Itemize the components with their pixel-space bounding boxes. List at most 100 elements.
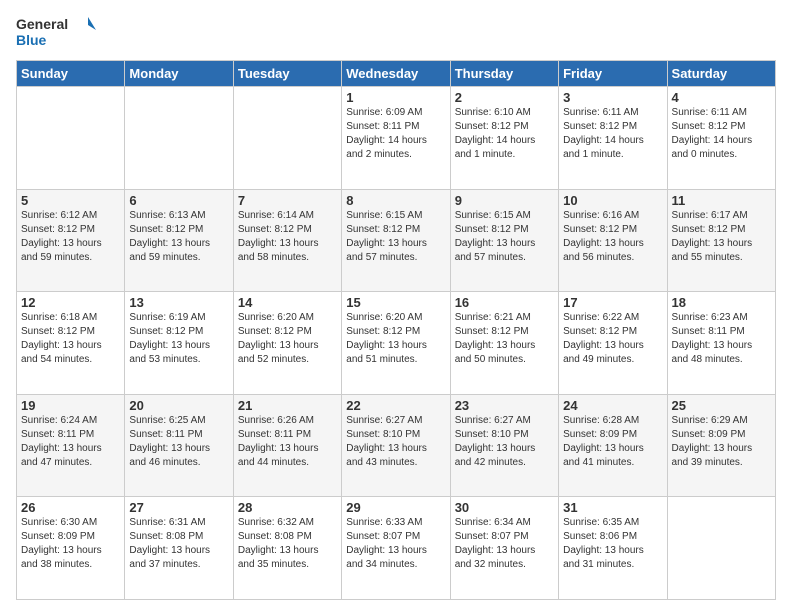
day-number: 7 bbox=[238, 193, 337, 208]
day-number: 5 bbox=[21, 193, 120, 208]
day-info: Sunrise: 6:20 AM Sunset: 8:12 PM Dayligh… bbox=[346, 311, 445, 367]
day-number: 28 bbox=[238, 500, 337, 515]
day-number: 8 bbox=[346, 193, 445, 208]
calendar-cell: 30Sunrise: 6:34 AM Sunset: 8:07 PM Dayli… bbox=[450, 497, 558, 600]
calendar-cell: 1Sunrise: 6:09 AM Sunset: 8:11 PM Daylig… bbox=[342, 87, 450, 190]
day-info: Sunrise: 6:25 AM Sunset: 8:11 PM Dayligh… bbox=[129, 414, 228, 470]
day-info: Sunrise: 6:30 AM Sunset: 8:09 PM Dayligh… bbox=[21, 516, 120, 572]
calendar-day-header: Monday bbox=[125, 61, 233, 87]
calendar-cell: 17Sunrise: 6:22 AM Sunset: 8:12 PM Dayli… bbox=[559, 292, 667, 395]
calendar-cell: 28Sunrise: 6:32 AM Sunset: 8:08 PM Dayli… bbox=[233, 497, 341, 600]
day-number: 2 bbox=[455, 90, 554, 105]
calendar-cell: 10Sunrise: 6:16 AM Sunset: 8:12 PM Dayli… bbox=[559, 189, 667, 292]
day-number: 23 bbox=[455, 398, 554, 413]
calendar-cell bbox=[125, 87, 233, 190]
svg-text:Blue: Blue bbox=[16, 32, 47, 48]
day-info: Sunrise: 6:23 AM Sunset: 8:11 PM Dayligh… bbox=[672, 311, 771, 367]
day-info: Sunrise: 6:33 AM Sunset: 8:07 PM Dayligh… bbox=[346, 516, 445, 572]
calendar-week-row: 5Sunrise: 6:12 AM Sunset: 8:12 PM Daylig… bbox=[17, 189, 776, 292]
day-info: Sunrise: 6:31 AM Sunset: 8:08 PM Dayligh… bbox=[129, 516, 228, 572]
day-info: Sunrise: 6:17 AM Sunset: 8:12 PM Dayligh… bbox=[672, 209, 771, 265]
day-number: 26 bbox=[21, 500, 120, 515]
day-info: Sunrise: 6:09 AM Sunset: 8:11 PM Dayligh… bbox=[346, 106, 445, 162]
calendar-cell bbox=[17, 87, 125, 190]
day-info: Sunrise: 6:28 AM Sunset: 8:09 PM Dayligh… bbox=[563, 414, 662, 470]
day-number: 18 bbox=[672, 295, 771, 310]
page: General Blue SundayMondayTuesdayWednesda… bbox=[0, 0, 792, 612]
day-number: 25 bbox=[672, 398, 771, 413]
calendar-cell: 7Sunrise: 6:14 AM Sunset: 8:12 PM Daylig… bbox=[233, 189, 341, 292]
calendar-cell: 23Sunrise: 6:27 AM Sunset: 8:10 PM Dayli… bbox=[450, 394, 558, 497]
calendar-cell: 24Sunrise: 6:28 AM Sunset: 8:09 PM Dayli… bbox=[559, 394, 667, 497]
calendar-week-row: 19Sunrise: 6:24 AM Sunset: 8:11 PM Dayli… bbox=[17, 394, 776, 497]
day-number: 6 bbox=[129, 193, 228, 208]
day-info: Sunrise: 6:12 AM Sunset: 8:12 PM Dayligh… bbox=[21, 209, 120, 265]
day-info: Sunrise: 6:27 AM Sunset: 8:10 PM Dayligh… bbox=[346, 414, 445, 470]
calendar-cell: 31Sunrise: 6:35 AM Sunset: 8:06 PM Dayli… bbox=[559, 497, 667, 600]
day-number: 24 bbox=[563, 398, 662, 413]
calendar-day-header: Saturday bbox=[667, 61, 775, 87]
day-number: 22 bbox=[346, 398, 445, 413]
calendar-week-row: 1Sunrise: 6:09 AM Sunset: 8:11 PM Daylig… bbox=[17, 87, 776, 190]
calendar-cell: 3Sunrise: 6:11 AM Sunset: 8:12 PM Daylig… bbox=[559, 87, 667, 190]
day-number: 17 bbox=[563, 295, 662, 310]
calendar-cell: 16Sunrise: 6:21 AM Sunset: 8:12 PM Dayli… bbox=[450, 292, 558, 395]
calendar-cell: 29Sunrise: 6:33 AM Sunset: 8:07 PM Dayli… bbox=[342, 497, 450, 600]
day-info: Sunrise: 6:16 AM Sunset: 8:12 PM Dayligh… bbox=[563, 209, 662, 265]
calendar-cell: 26Sunrise: 6:30 AM Sunset: 8:09 PM Dayli… bbox=[17, 497, 125, 600]
svg-text:General: General bbox=[16, 16, 68, 32]
calendar-cell: 11Sunrise: 6:17 AM Sunset: 8:12 PM Dayli… bbox=[667, 189, 775, 292]
day-info: Sunrise: 6:24 AM Sunset: 8:11 PM Dayligh… bbox=[21, 414, 120, 470]
day-info: Sunrise: 6:10 AM Sunset: 8:12 PM Dayligh… bbox=[455, 106, 554, 162]
day-info: Sunrise: 6:15 AM Sunset: 8:12 PM Dayligh… bbox=[455, 209, 554, 265]
calendar-week-row: 26Sunrise: 6:30 AM Sunset: 8:09 PM Dayli… bbox=[17, 497, 776, 600]
day-info: Sunrise: 6:11 AM Sunset: 8:12 PM Dayligh… bbox=[563, 106, 662, 162]
calendar-day-header: Tuesday bbox=[233, 61, 341, 87]
calendar-day-header: Wednesday bbox=[342, 61, 450, 87]
day-number: 15 bbox=[346, 295, 445, 310]
calendar-cell: 13Sunrise: 6:19 AM Sunset: 8:12 PM Dayli… bbox=[125, 292, 233, 395]
day-info: Sunrise: 6:21 AM Sunset: 8:12 PM Dayligh… bbox=[455, 311, 554, 367]
day-info: Sunrise: 6:26 AM Sunset: 8:11 PM Dayligh… bbox=[238, 414, 337, 470]
day-info: Sunrise: 6:20 AM Sunset: 8:12 PM Dayligh… bbox=[238, 311, 337, 367]
calendar-cell: 2Sunrise: 6:10 AM Sunset: 8:12 PM Daylig… bbox=[450, 87, 558, 190]
day-number: 27 bbox=[129, 500, 228, 515]
calendar-day-header: Thursday bbox=[450, 61, 558, 87]
calendar-cell: 14Sunrise: 6:20 AM Sunset: 8:12 PM Dayli… bbox=[233, 292, 341, 395]
calendar-cell: 12Sunrise: 6:18 AM Sunset: 8:12 PM Dayli… bbox=[17, 292, 125, 395]
calendar-day-header: Friday bbox=[559, 61, 667, 87]
day-number: 3 bbox=[563, 90, 662, 105]
day-info: Sunrise: 6:19 AM Sunset: 8:12 PM Dayligh… bbox=[129, 311, 228, 367]
day-info: Sunrise: 6:11 AM Sunset: 8:12 PM Dayligh… bbox=[672, 106, 771, 162]
day-number: 29 bbox=[346, 500, 445, 515]
day-info: Sunrise: 6:29 AM Sunset: 8:09 PM Dayligh… bbox=[672, 414, 771, 470]
calendar-cell: 22Sunrise: 6:27 AM Sunset: 8:10 PM Dayli… bbox=[342, 394, 450, 497]
day-number: 11 bbox=[672, 193, 771, 208]
day-number: 1 bbox=[346, 90, 445, 105]
day-number: 13 bbox=[129, 295, 228, 310]
day-number: 10 bbox=[563, 193, 662, 208]
header: General Blue bbox=[16, 12, 776, 52]
calendar-cell bbox=[233, 87, 341, 190]
calendar-cell bbox=[667, 497, 775, 600]
day-number: 16 bbox=[455, 295, 554, 310]
calendar-cell: 21Sunrise: 6:26 AM Sunset: 8:11 PM Dayli… bbox=[233, 394, 341, 497]
calendar-week-row: 12Sunrise: 6:18 AM Sunset: 8:12 PM Dayli… bbox=[17, 292, 776, 395]
calendar-cell: 8Sunrise: 6:15 AM Sunset: 8:12 PM Daylig… bbox=[342, 189, 450, 292]
calendar-cell: 20Sunrise: 6:25 AM Sunset: 8:11 PM Dayli… bbox=[125, 394, 233, 497]
calendar-cell: 6Sunrise: 6:13 AM Sunset: 8:12 PM Daylig… bbox=[125, 189, 233, 292]
day-number: 31 bbox=[563, 500, 662, 515]
day-info: Sunrise: 6:32 AM Sunset: 8:08 PM Dayligh… bbox=[238, 516, 337, 572]
calendar-cell: 15Sunrise: 6:20 AM Sunset: 8:12 PM Dayli… bbox=[342, 292, 450, 395]
day-info: Sunrise: 6:15 AM Sunset: 8:12 PM Dayligh… bbox=[346, 209, 445, 265]
day-number: 9 bbox=[455, 193, 554, 208]
day-info: Sunrise: 6:18 AM Sunset: 8:12 PM Dayligh… bbox=[21, 311, 120, 367]
day-number: 20 bbox=[129, 398, 228, 413]
day-info: Sunrise: 6:35 AM Sunset: 8:06 PM Dayligh… bbox=[563, 516, 662, 572]
day-info: Sunrise: 6:34 AM Sunset: 8:07 PM Dayligh… bbox=[455, 516, 554, 572]
calendar-cell: 27Sunrise: 6:31 AM Sunset: 8:08 PM Dayli… bbox=[125, 497, 233, 600]
calendar-header-row: SundayMondayTuesdayWednesdayThursdayFrid… bbox=[17, 61, 776, 87]
day-info: Sunrise: 6:22 AM Sunset: 8:12 PM Dayligh… bbox=[563, 311, 662, 367]
calendar-cell: 4Sunrise: 6:11 AM Sunset: 8:12 PM Daylig… bbox=[667, 87, 775, 190]
calendar-cell: 25Sunrise: 6:29 AM Sunset: 8:09 PM Dayli… bbox=[667, 394, 775, 497]
